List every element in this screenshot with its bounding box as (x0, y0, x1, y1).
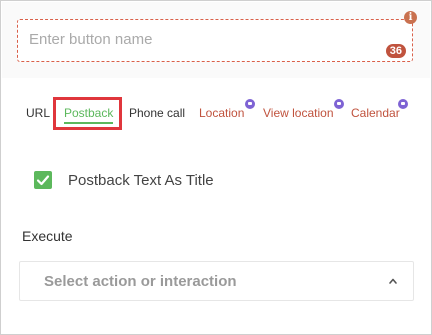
button-name-input[interactable] (29, 31, 359, 48)
tab-location[interactable]: Location (199, 106, 244, 120)
premium-badge-icon (334, 99, 344, 109)
execute-select-placeholder: Select action or interaction (44, 273, 237, 290)
execute-action-select[interactable]: Select action or interaction (19, 261, 414, 301)
tab-phone-call[interactable]: Phone call (129, 106, 185, 120)
button-editor-panel: 36 i URL Postback Phone call Location Vi… (0, 0, 432, 335)
highlight-annotation (53, 97, 122, 130)
execute-label: Execute (22, 228, 73, 244)
tab-calendar[interactable]: Calendar (351, 106, 400, 120)
postback-title-label: Postback Text As Title (68, 172, 214, 189)
char-count-badge: 36 (385, 44, 406, 58)
tab-view-location[interactable]: View location (263, 106, 334, 120)
premium-badge-icon (398, 99, 408, 109)
info-icon[interactable]: i (404, 11, 417, 24)
button-name-field[interactable]: 36 (17, 19, 413, 62)
premium-badge-icon (245, 99, 255, 109)
postback-title-checkbox[interactable] (34, 171, 52, 189)
chevron-up-icon[interactable] (387, 275, 399, 287)
checkmark-icon (36, 175, 50, 186)
tab-url[interactable]: URL (26, 106, 50, 120)
